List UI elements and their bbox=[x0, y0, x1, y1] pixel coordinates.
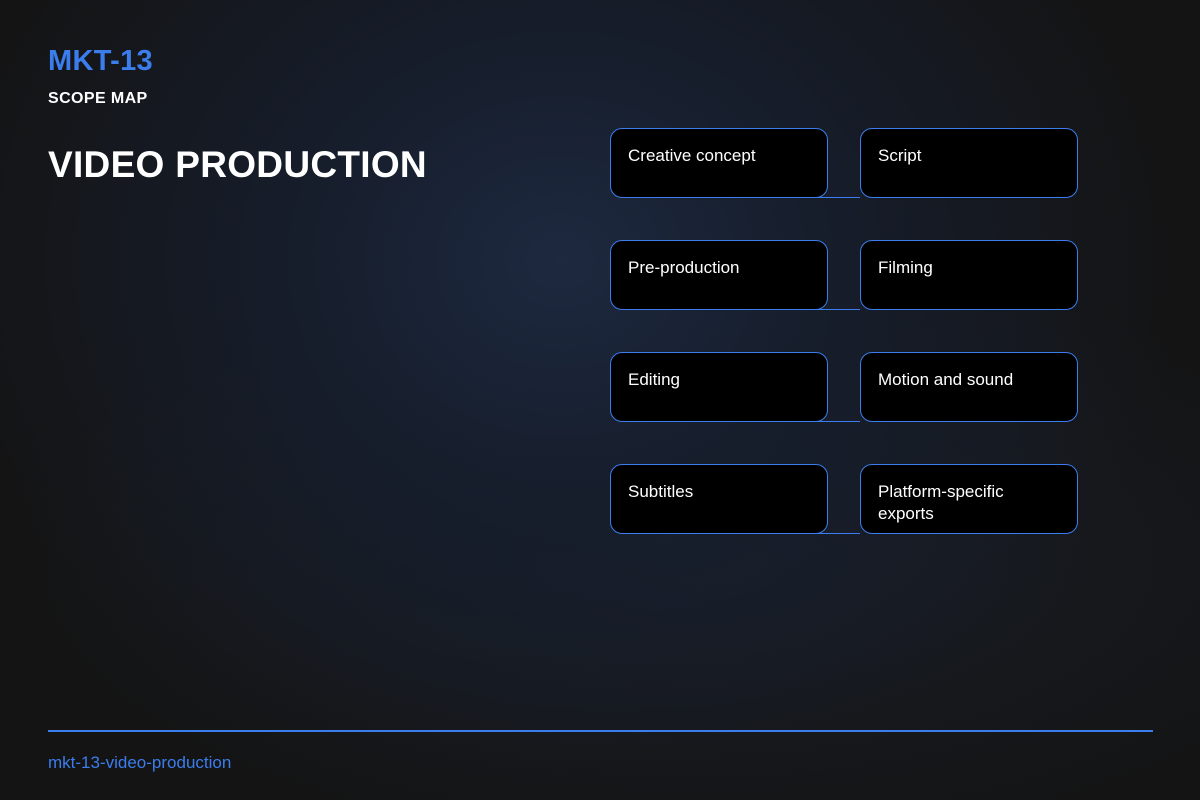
scope-node-editing[interactable]: Editing bbox=[610, 352, 828, 422]
scope-node-label: Motion and sound bbox=[878, 370, 1014, 389]
scope-node-label: Script bbox=[878, 146, 922, 165]
scope-node-motion-and-sound[interactable]: Motion and sound bbox=[860, 352, 1078, 422]
scope-map-page: MKT-13 SCOPE MAP VIDEO PRODUCTION Creati… bbox=[0, 0, 1200, 800]
footer-divider bbox=[48, 730, 1153, 732]
scope-node-filming[interactable]: Filming bbox=[860, 240, 1078, 310]
project-code: MKT-13 bbox=[48, 45, 153, 77]
scope-node-label: Pre-production bbox=[628, 258, 740, 277]
scope-node-subtitles[interactable]: Subtitles bbox=[610, 464, 828, 534]
scope-node-grid: Creative concept Script Pre-production F… bbox=[610, 128, 1080, 536]
scope-node-script[interactable]: Script bbox=[860, 128, 1078, 198]
scope-node-label: Subtitles bbox=[628, 482, 694, 501]
scope-node-label: Filming bbox=[878, 258, 933, 277]
page-subtitle: SCOPE MAP bbox=[48, 90, 148, 107]
scope-node-platform-specific-exports[interactable]: Platform-specific exports bbox=[860, 464, 1078, 534]
scope-node-pre-production[interactable]: Pre-production bbox=[610, 240, 828, 310]
scope-node-label: Creative concept bbox=[628, 146, 756, 165]
footer-slug: mkt-13-video-production bbox=[48, 753, 232, 772]
scope-node-label: Editing bbox=[628, 370, 680, 389]
scope-node-creative-concept[interactable]: Creative concept bbox=[610, 128, 828, 198]
scope-node-label: Platform-specific exports bbox=[878, 482, 1004, 523]
page-title: VIDEO PRODUCTION bbox=[48, 144, 427, 185]
